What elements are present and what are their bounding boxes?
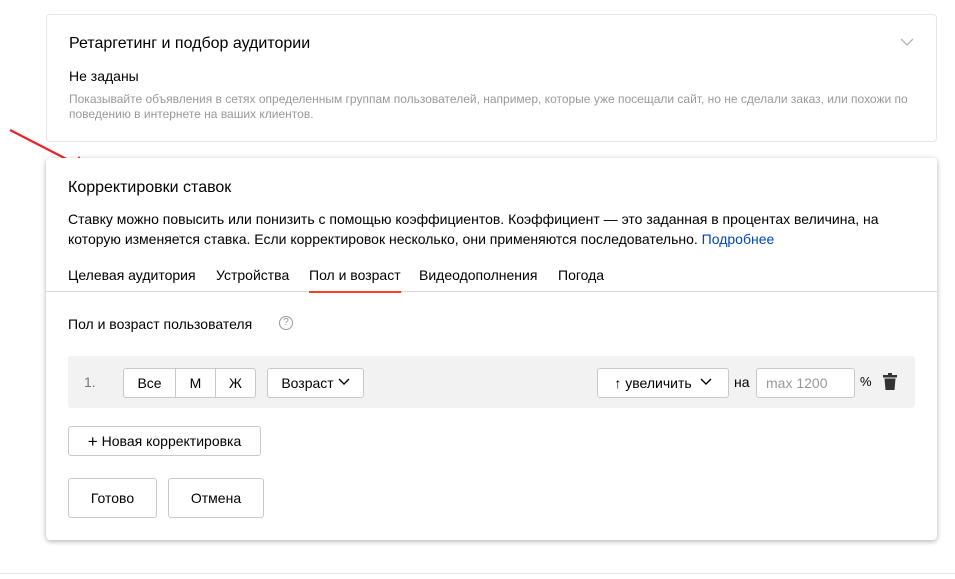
chevron-down-icon [700,378,712,385]
section-title: Пол и возраст пользователя [68,316,253,332]
divider [0,573,955,574]
cancel-button[interactable]: Отмена [168,478,264,518]
bid-adjustments-description: Ставку можно повысить или понизить с пом… [68,209,918,249]
row-number: 1. [84,374,96,390]
direction-dropdown[interactable]: ↑ увеличить [597,368,729,398]
gender-all-button[interactable]: Все [123,368,176,398]
tab-devices[interactable]: Устройства [216,267,289,292]
percent-input[interactable]: max 1200 [756,368,855,398]
retargeting-hint: Показывайте объявления в сетях определен… [69,92,908,121]
plus-icon: + [87,432,98,451]
adjustment-row: 1. Все М Ж Возраст ↑ увеличить на max 12… [68,356,915,408]
retargeting-title[interactable]: Ретаргетинг и подбор аудитории [69,35,310,53]
percent-sign: % [860,374,872,389]
more-link[interactable]: Подробнее [702,231,775,247]
add-adjustment-label: Новая корректировка [101,433,242,449]
tab-weather[interactable]: Погода [558,267,604,292]
tab-video-extensions[interactable]: Видеодополнения [419,267,537,292]
tab-target-audience[interactable]: Целевая аудитория [68,267,196,292]
retargeting-card: Ретаргетинг и подбор аудитории Не заданы… [46,14,937,142]
trash-icon[interactable] [883,373,897,390]
gender-female-button[interactable]: Ж [216,368,256,398]
direction-dropdown-label: ↑ увеличить [614,375,692,391]
tab-gender-age[interactable]: Пол и возраст [309,267,401,293]
on-label: на [734,374,750,390]
adjustment-tabs: Целевая аудитория Устройства Пол и возра… [46,262,937,293]
bid-adjustments-title: Корректировки ставок [68,179,232,196]
chevron-down-icon[interactable] [900,35,914,49]
retargeting-value: Не заданы [69,68,139,84]
gender-selector: Все М Ж [123,368,256,398]
add-adjustment-button[interactable]: + Новая корректировка [68,426,261,456]
gender-male-button[interactable]: М [176,368,216,398]
age-dropdown[interactable]: Возраст [267,368,364,398]
chevron-down-icon [338,378,350,385]
help-icon[interactable]: ? [279,316,293,330]
done-button[interactable]: Готово [68,478,157,518]
bid-adjustments-card: Корректировки ставок Ставку можно повыси… [46,158,937,540]
age-dropdown-label: Возраст [281,375,334,391]
